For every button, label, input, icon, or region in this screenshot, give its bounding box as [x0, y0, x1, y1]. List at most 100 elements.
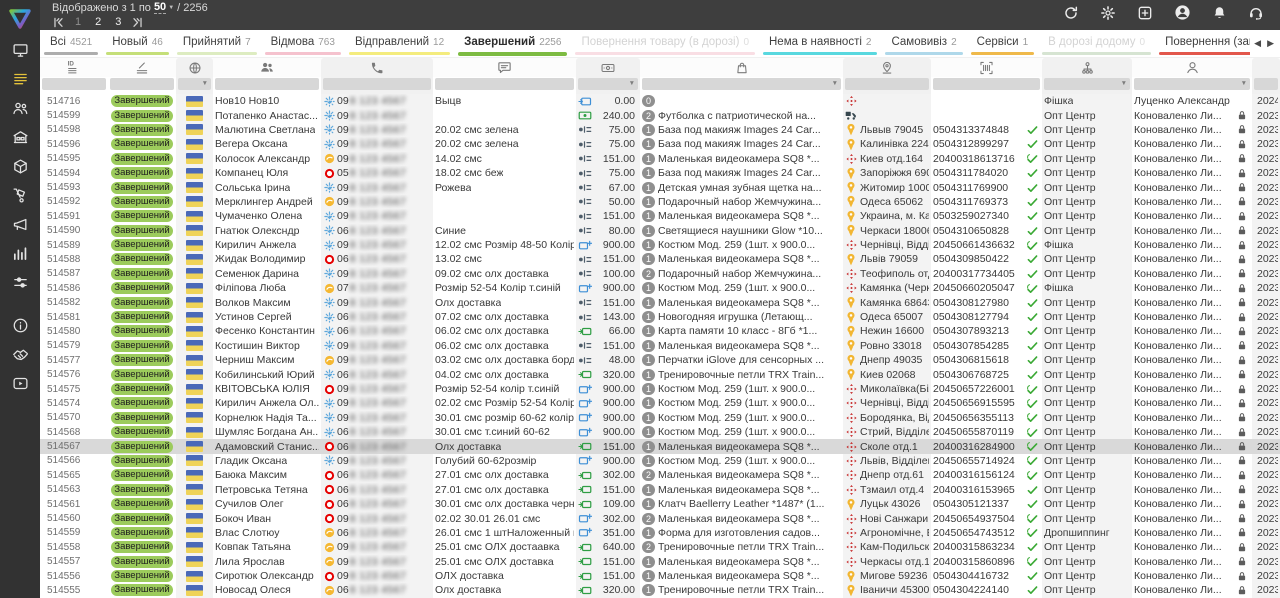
- table-row[interactable]: 514570ЗавершенийКорнелюк Надія Та...098 …: [40, 411, 1280, 425]
- tab-сервіси[interactable]: Сервіси1: [967, 30, 1039, 57]
- sidebar-item-company[interactable]: [0, 123, 40, 152]
- tab-відмова[interactable]: Відмова763: [261, 30, 345, 57]
- column-header-products[interactable]: [640, 58, 843, 77]
- table-row[interactable]: 514577ЗавершенийЧерниш Максим098 123 456…: [40, 353, 1280, 367]
- column-header-manager[interactable]: [1132, 58, 1252, 77]
- table-row[interactable]: 514588ЗавершенийЖидак Володимир068 123 4…: [40, 252, 1280, 266]
- sidebar-item-info[interactable]: [0, 311, 40, 340]
- filter-status-input[interactable]: [110, 78, 174, 90]
- column-header-comment[interactable]: [433, 58, 576, 77]
- column-header-id[interactable]: ID: [40, 58, 108, 77]
- page-number-3[interactable]: 3: [111, 17, 125, 28]
- page-number-2[interactable]: 2: [91, 17, 105, 28]
- table-row[interactable]: 514556ЗавершенийСиротюк Олександр098 123…: [40, 569, 1280, 583]
- filter-date-input[interactable]: [1254, 78, 1278, 90]
- table-row[interactable]: 514566ЗавершенийГладик Оксана098 123 456…: [40, 454, 1280, 468]
- tab-прийнятий[interactable]: Прийнятий7: [173, 30, 261, 57]
- tab-самовивіз[interactable]: Самовивіз2: [881, 30, 966, 57]
- table-row[interactable]: 514589ЗавершенийКирилич Анжела098 123 45…: [40, 238, 1280, 252]
- first-page-button[interactable]: [52, 16, 65, 29]
- filter-client-input[interactable]: [215, 78, 319, 90]
- table-row[interactable]: 514581ЗавершенийУстинов Сергей068 123 45…: [40, 310, 1280, 324]
- notifications-bell-button[interactable]: [1212, 5, 1227, 26]
- column-header-channel[interactable]: [1042, 58, 1132, 77]
- sidebar-item-orders[interactable]: [0, 65, 40, 94]
- add-order-button[interactable]: [1137, 5, 1153, 26]
- filter-comment-input[interactable]: [435, 78, 574, 90]
- table-row[interactable]: 514576ЗавершенийКобилинський Юрий068 123…: [40, 367, 1280, 381]
- sidebar-item-dashboard[interactable]: [0, 36, 40, 65]
- table-row[interactable]: 514565ЗавершенийБаюка Максим068 123 4567…: [40, 468, 1280, 482]
- sidebar-item-procurement[interactable]: [0, 181, 40, 210]
- table-row[interactable]: 514595ЗавершенийКолосок Александр098 123…: [40, 152, 1280, 166]
- tab-повернення-товару-(в-дорозі)[interactable]: Повернення товару (в дорозі)0: [571, 30, 759, 57]
- table-row[interactable]: 514574ЗавершенийКирилич Анжела Ол...098 …: [40, 396, 1280, 410]
- tab-scroll-right-icon[interactable]: ▶: [1267, 38, 1274, 49]
- filter-channel-select[interactable]: ▼: [1044, 78, 1130, 90]
- filter-ttn-input[interactable]: [933, 78, 1040, 90]
- tab-завершений[interactable]: Завершений2256: [454, 30, 571, 57]
- table-row[interactable]: 514591ЗавершенийЧумаченко Олена098 123 4…: [40, 209, 1280, 223]
- sidebar-item-clients[interactable]: [0, 94, 40, 123]
- table-row[interactable]: 514587ЗавершенийСеменюк Дарина098 123 45…: [40, 267, 1280, 281]
- filter-payment-select[interactable]: ▼: [578, 78, 638, 90]
- filter-products-select[interactable]: ▼: [642, 78, 841, 90]
- table-row[interactable]: 514582ЗавершенийВолков Максим098 123 456…: [40, 295, 1280, 309]
- table-row[interactable]: 514590ЗавершенийГнатюк Олексндр068 123 4…: [40, 224, 1280, 238]
- tab-відправлений[interactable]: Відправлений12: [345, 30, 454, 57]
- settings-gear-button[interactable]: [1100, 5, 1116, 26]
- table-row[interactable]: 514596ЗавершенийВегера Оксана098 123 456…: [40, 137, 1280, 151]
- column-header-ttn[interactable]: [931, 58, 1042, 77]
- table-row[interactable]: 514568ЗавершенийШумляс Богдана Ан...068 …: [40, 425, 1280, 439]
- tab-в-дорозі-додому[interactable]: В дорозі додому0: [1038, 30, 1155, 57]
- table-row[interactable]: 514586ЗавершенийФіліпова Люба078 123 456…: [40, 281, 1280, 295]
- column-header-client[interactable]: [213, 58, 321, 77]
- sidebar-item-marketing[interactable]: [0, 210, 40, 239]
- table-row[interactable]: 514560ЗавершенийБокоч Иван098 123 456702…: [40, 511, 1280, 525]
- sidebar-item-products[interactable]: [0, 152, 40, 181]
- last-page-button[interactable]: [131, 16, 144, 29]
- column-header-status[interactable]: [108, 58, 176, 77]
- table-row[interactable]: 514579ЗавершенийКостишин Виктор098 123 4…: [40, 339, 1280, 353]
- tab-новый[interactable]: Новый46: [102, 30, 173, 57]
- table-row[interactable]: 514593ЗавершенийСольська Ірина098 123 45…: [40, 180, 1280, 194]
- column-header-payment[interactable]: [576, 58, 640, 77]
- sidebar-item-automation[interactable]: [0, 268, 40, 297]
- refresh-button[interactable]: [1063, 5, 1079, 26]
- column-header-phone[interactable]: [321, 58, 433, 77]
- column-header-country[interactable]: [176, 58, 213, 77]
- filter-delivery-input[interactable]: [845, 78, 929, 90]
- table-row[interactable]: 514599ЗавершенийПотапенко Анастас...098 …: [40, 108, 1280, 122]
- tab-scroll-left-icon[interactable]: ◀: [1254, 38, 1261, 49]
- table-row[interactable]: 514594ЗавершенийКомпанец Юля058 123 4567…: [40, 166, 1280, 180]
- table-row[interactable]: 514567ЗавершенийАдамовский Станис...068 …: [40, 439, 1280, 453]
- filter-country-select[interactable]: ▼: [178, 78, 211, 90]
- column-header-delivery[interactable]: [843, 58, 931, 77]
- table-row[interactable]: 514563ЗавершенийПетровська Тетяна068 123…: [40, 483, 1280, 497]
- sidebar-item-partners[interactable]: [0, 340, 40, 369]
- table-row[interactable]: 514575ЗавершенийКВІТОВСЬКА ЮЛІЯ098 123 4…: [40, 382, 1280, 396]
- table-row[interactable]: 514580ЗавершенийФесенко Константин068 12…: [40, 324, 1280, 338]
- filter-manager-select[interactable]: ▼: [1134, 78, 1250, 90]
- product-name: Маленькая видеокамера SQ8 *...: [658, 253, 820, 265]
- profile-button[interactable]: [1174, 4, 1191, 26]
- filter-id-input[interactable]: [42, 78, 106, 90]
- table-row[interactable]: 514716ЗавершенийНов10 Нов10098 123 4567В…: [40, 94, 1280, 108]
- sidebar-item-statistics[interactable]: [0, 239, 40, 268]
- page-number-1[interactable]: 1: [71, 17, 85, 28]
- per-page-select[interactable]: 50▼: [154, 1, 174, 14]
- table-row[interactable]: 514557ЗавершенийЛила Ярослав098 123 4567…: [40, 555, 1280, 569]
- tab-нема-в-наявності[interactable]: Нема в наявності2: [759, 30, 881, 57]
- table-row[interactable]: 514561ЗавершенийСучилов Олег068 123 4567…: [40, 497, 1280, 511]
- tab-всі[interactable]: Всі4521: [40, 30, 102, 57]
- sidebar-item-tutorials[interactable]: [0, 369, 40, 398]
- table-row[interactable]: 514558ЗавершенийКовпак Татьяна098 123 45…: [40, 540, 1280, 554]
- table-row[interactable]: 514559ЗавершенийВлас Слотюу068 123 45672…: [40, 526, 1280, 540]
- table-row[interactable]: 514598ЗавершенийМалютина Светлана098 123…: [40, 123, 1280, 137]
- app-logo[interactable]: [0, 2, 40, 36]
- support-headset-button[interactable]: [1248, 5, 1264, 26]
- filter-phone-input[interactable]: [323, 78, 431, 90]
- table-row[interactable]: 514592ЗавершенийМерклингер Андрей098 123…: [40, 195, 1280, 209]
- column-header-date[interactable]: [1252, 58, 1280, 77]
- table-row[interactable]: 514555ЗавершенийНовосад Олеся068 123 456…: [40, 583, 1280, 597]
